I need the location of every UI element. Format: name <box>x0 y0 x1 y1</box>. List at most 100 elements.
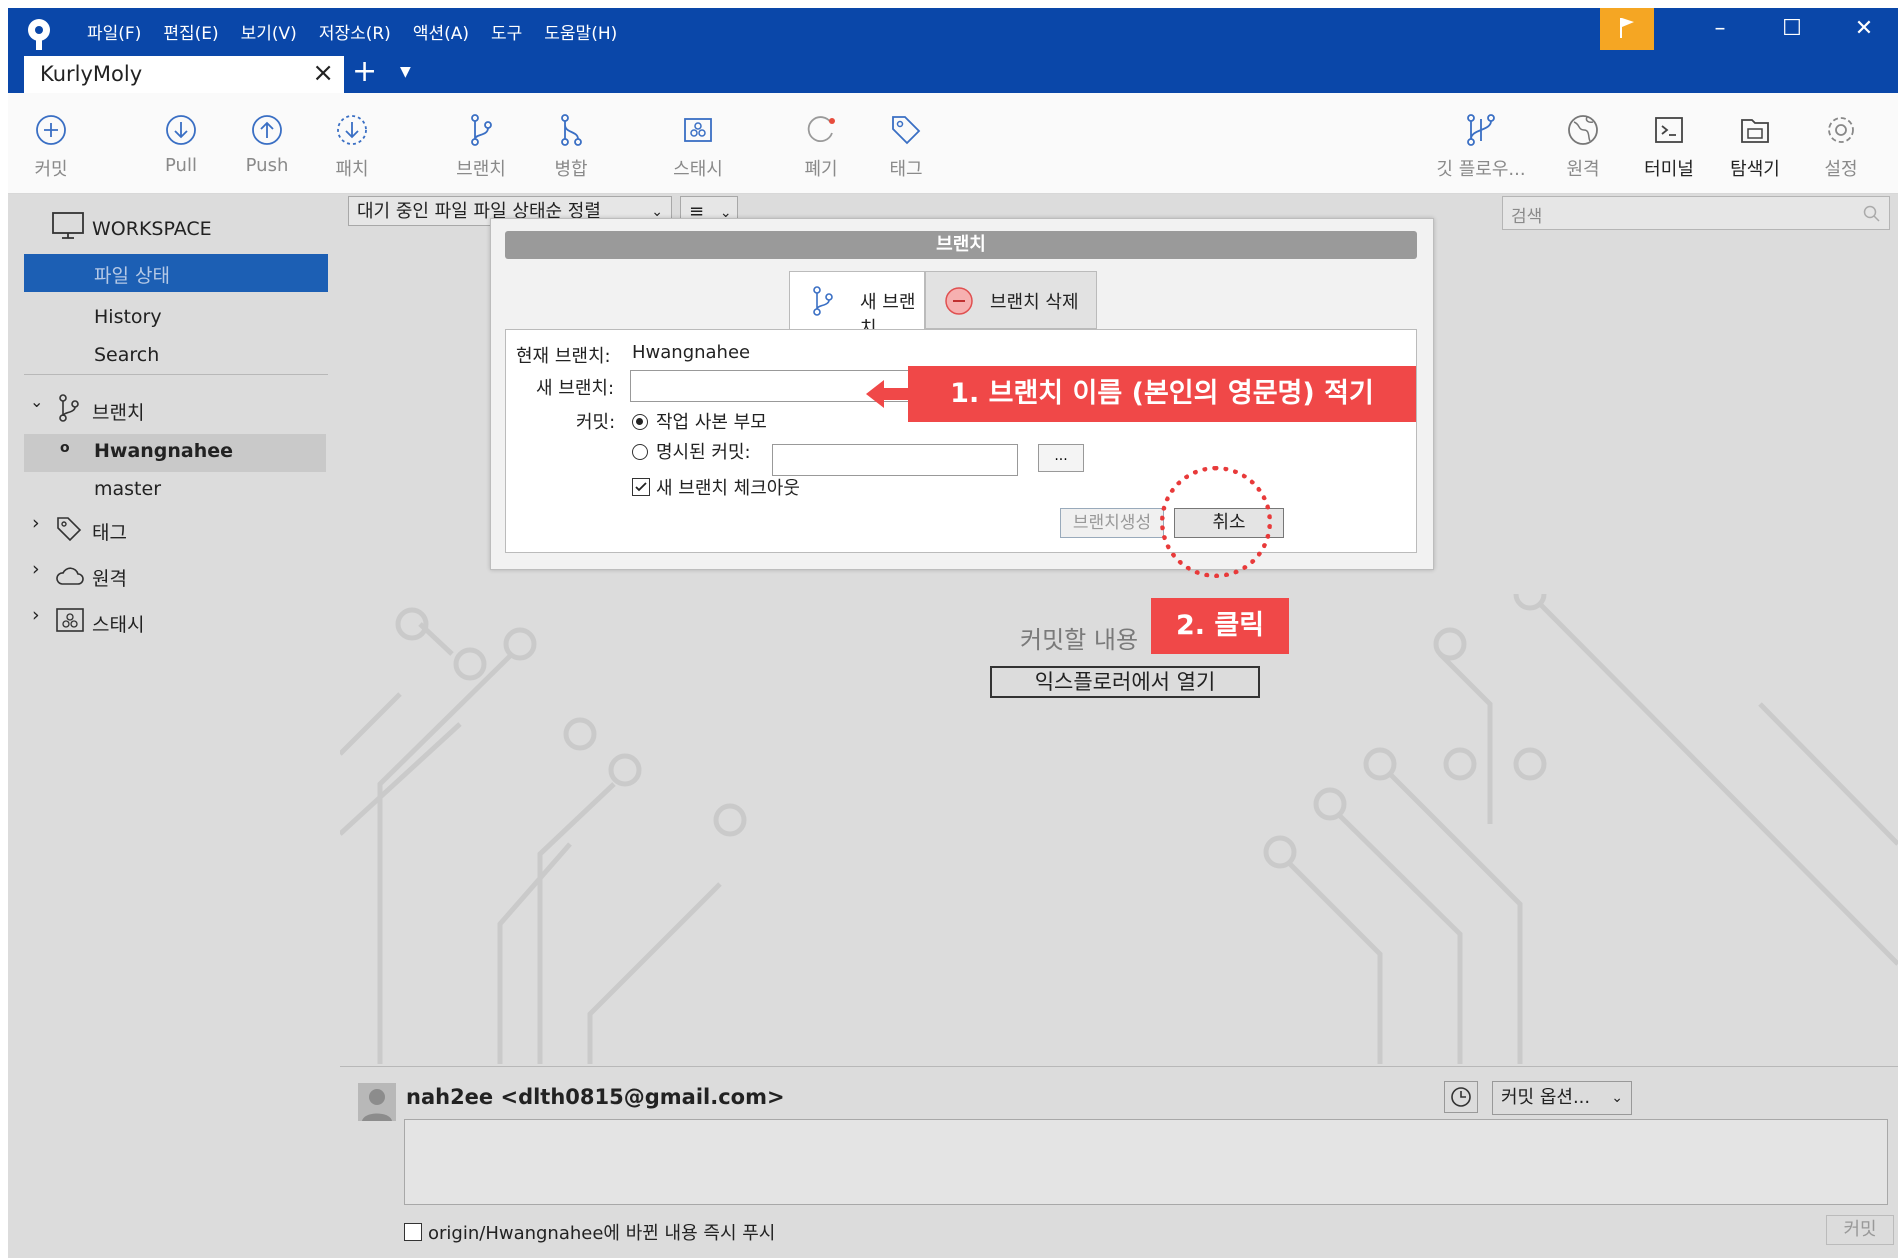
tag-button[interactable]: 태그 <box>861 113 951 181</box>
sidebar: WORKSPACE 파일 상태 History Search ⌄ 브랜치 o H… <box>8 194 340 1258</box>
close-tab-icon[interactable]: × <box>312 58 334 88</box>
radio-specified-commit[interactable]: 명시된 커밋: <box>632 438 751 464</box>
minimize-button[interactable]: – <box>1684 8 1756 50</box>
terminal-icon <box>1655 117 1683 143</box>
annotation-step1: 1. 브랜치 이름 (본인의 영문명) 적기 <box>908 366 1416 422</box>
remotes-chevron-right-icon[interactable]: › <box>32 558 40 580</box>
cloud-icon <box>56 567 84 585</box>
remote-button[interactable]: 원격 <box>1538 113 1628 181</box>
dialog-title: 브랜치 <box>505 231 1417 259</box>
explorer-button[interactable]: 탐색기 <box>1710 113 1800 181</box>
commit-button[interactable]: 커밋 <box>8 113 96 181</box>
new-branch-label: 새 브랜치: <box>536 378 615 399</box>
patch-icon <box>337 115 367 145</box>
dialog-body: 현재 브랜치: Hwangnahee 새 브랜치: 커밋: 작업 사본 부모 명… <box>505 329 1417 553</box>
stash-button[interactable]: 스태시 <box>653 113 743 181</box>
annotation-highlight-circle <box>1160 466 1272 578</box>
commit-options-dropdown[interactable]: 커밋 옵션... ⌄ <box>1492 1081 1632 1115</box>
sidebar-item-history[interactable]: History <box>94 306 162 328</box>
sidebar-workspace-header: WORKSPACE <box>92 218 212 240</box>
sidebar-tags-header[interactable]: 태그 <box>92 518 127 545</box>
create-branch-button[interactable]: 브랜치생성 <box>1060 508 1164 538</box>
repo-tab[interactable]: KurlyMoly × <box>24 56 344 93</box>
menu-tools[interactable]: 도구 <box>480 18 533 50</box>
tab-delete-branch[interactable]: 브랜치 삭제 <box>925 271 1097 329</box>
menu-bar: 파일(F) 편집(E) 보기(V) 저장소(R) 액션(A) 도구 도움말(H) <box>76 18 628 50</box>
empty-commit-message: 커밋할 내용 <box>1020 626 1139 654</box>
commit-message-input[interactable] <box>404 1119 1888 1205</box>
commit-panel: nah2ee <dlth0815@gmail.com> 커밋 옵션... ⌄ or… <box>340 1066 1898 1258</box>
user-icon <box>362 1089 392 1121</box>
branch-icon <box>813 286 833 316</box>
sidebar-remotes-header[interactable]: 원격 <box>92 564 127 591</box>
merge-button[interactable]: 병합 <box>526 113 616 181</box>
browse-commit-button[interactable]: ... <box>1038 444 1084 472</box>
commit-history-button[interactable] <box>1444 1081 1478 1113</box>
sidebar-item-search[interactable]: Search <box>94 344 159 366</box>
globe-icon <box>1568 115 1598 145</box>
gear-icon <box>1828 117 1854 143</box>
annotation-step2: 2. 클릭 <box>1151 598 1289 654</box>
sidebar-branches-header[interactable]: 브랜치 <box>92 398 144 425</box>
branch-icon <box>59 394 79 422</box>
branches-chevron-down-icon[interactable]: ⌄ <box>30 392 43 411</box>
menu-file[interactable]: 파일(F) <box>76 18 152 50</box>
author-label: nah2ee <dlth0815@gmail.com> <box>406 1085 785 1109</box>
sidebar-item-file-status[interactable]: 파일 상태 <box>24 254 328 292</box>
chevron-down-icon: ⌄ <box>1611 1090 1623 1106</box>
gitflow-button[interactable]: 깃 플로우... <box>1426 113 1536 181</box>
menu-view[interactable]: 보기(V) <box>230 18 308 50</box>
menu-repository[interactable]: 저장소(R) <box>308 18 402 50</box>
open-explorer-button[interactable]: 익스플로러에서 열기 <box>990 666 1260 698</box>
branch-icon <box>471 114 492 146</box>
sidebar-stashes-header[interactable]: 스태시 <box>92 610 144 637</box>
arrow-up-circle-icon <box>252 115 282 145</box>
search-icon <box>1863 205 1880 222</box>
radio-unselected[interactable] <box>632 444 648 460</box>
search-input[interactable]: 검색 <box>1502 196 1890 230</box>
menu-edit[interactable]: 편집(E) <box>152 18 229 50</box>
radio-working-copy-parent[interactable]: 작업 사본 부모 <box>632 408 767 434</box>
flag-button[interactable] <box>1600 8 1654 50</box>
push-immediately-checkbox[interactable]: origin/Hwangnahee에 바뀐 내용 즉시 푸시 <box>404 1219 775 1245</box>
gitflow-icon <box>1467 114 1495 146</box>
sidebar-divider <box>24 374 328 375</box>
checkbox-unchecked[interactable] <box>404 1223 422 1241</box>
discard-icon <box>807 116 835 142</box>
push-button[interactable]: Push <box>222 113 312 176</box>
arrow-down-circle-icon <box>166 115 196 145</box>
menu-help[interactable]: 도움말(H) <box>533 18 628 50</box>
tags-chevron-right-icon[interactable]: › <box>32 512 40 534</box>
current-branch-value: Hwangnahee <box>632 342 751 363</box>
annotation-arrow-left-icon <box>866 380 912 408</box>
background-circuit-decoration <box>340 594 1898 1064</box>
avatar <box>358 1083 396 1121</box>
pull-button[interactable]: Pull <box>136 113 226 176</box>
settings-button[interactable]: 설정 <box>1796 113 1886 181</box>
terminal-button[interactable]: 터미널 <box>1624 113 1714 181</box>
sidebar-item-master[interactable]: master <box>94 478 161 500</box>
patch-button[interactable]: 패치 <box>307 113 397 181</box>
current-branch-marker-icon: o <box>60 440 70 456</box>
tag-icon <box>892 116 921 145</box>
commit-submit-button[interactable]: 커밋 <box>1826 1215 1894 1245</box>
tab-new-branch[interactable]: 새 브랜치 <box>789 271 925 339</box>
new-tab-button[interactable]: + <box>352 54 377 89</box>
sourcetree-logo-icon <box>28 19 50 50</box>
close-window-button[interactable]: ✕ <box>1828 8 1898 50</box>
discard-button[interactable]: 폐기 <box>776 113 866 181</box>
radio-selected[interactable] <box>632 414 648 430</box>
commit-source-label: 커밋: <box>576 412 616 433</box>
stash-icon <box>56 608 84 632</box>
specified-commit-input[interactable] <box>772 444 1018 476</box>
current-branch-label: 현재 브랜치: <box>516 346 611 367</box>
current-branch-label: Hwangnahee <box>94 440 234 462</box>
maximize-button[interactable]: ☐ <box>1756 8 1828 50</box>
menu-actions[interactable]: 액션(A) <box>402 18 480 50</box>
stashes-chevron-right-icon[interactable]: › <box>32 604 40 626</box>
clock-icon <box>1451 1087 1471 1107</box>
branch-button[interactable]: 브랜치 <box>436 113 526 181</box>
tab-dropdown-icon[interactable]: ▼ <box>400 64 411 80</box>
checkout-new-branch-checkbox[interactable]: 새 브랜치 체크아웃 <box>632 474 800 500</box>
checkbox-checked[interactable] <box>632 478 650 496</box>
